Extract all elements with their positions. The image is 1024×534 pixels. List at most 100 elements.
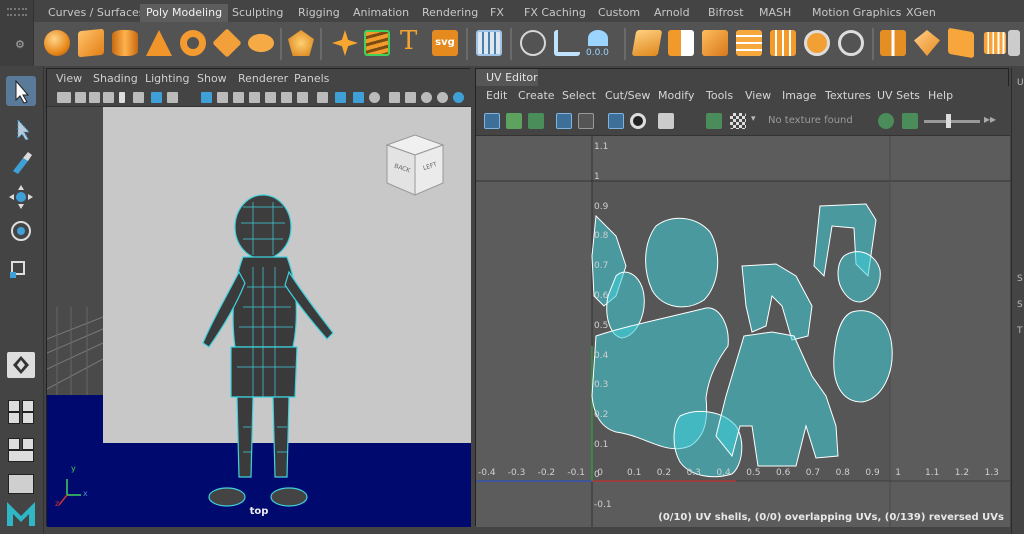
- layout-uvs-icon[interactable]: [983, 31, 1007, 55]
- cube-icon[interactable]: [78, 28, 104, 58]
- layout-quad-icon-3[interactable]: [8, 412, 20, 424]
- layout-quad-icon[interactable]: [8, 400, 20, 412]
- uv-menu-uv-sets[interactable]: UV Sets: [877, 89, 920, 102]
- checker-pattern-icon[interactable]: [730, 113, 746, 129]
- film-gate-icon[interactable]: [217, 92, 228, 103]
- paint-select-tool-button[interactable]: [6, 148, 36, 178]
- uv-menu-tools[interactable]: Tools: [706, 89, 733, 102]
- move-tool-button[interactable]: [6, 182, 36, 212]
- gate-mask-icon[interactable]: [249, 92, 260, 103]
- menu-show[interactable]: Show: [197, 72, 227, 85]
- planar-map-icon[interactable]: [1008, 30, 1020, 56]
- scale-tool-button[interactable]: [6, 252, 36, 282]
- menu-shading[interactable]: Shading: [93, 72, 138, 85]
- uv-menu-image[interactable]: Image: [782, 89, 816, 102]
- sphere-icon[interactable]: [44, 30, 70, 56]
- menu-renderer[interactable]: Renderer: [238, 72, 288, 85]
- tab-custom[interactable]: Custom: [592, 4, 646, 22]
- combine-icon[interactable]: [631, 30, 663, 56]
- plane-icon[interactable]: [212, 28, 242, 58]
- tab-rigging[interactable]: Rigging: [292, 4, 346, 22]
- uv-menu-modify[interactable]: Modify: [658, 89, 694, 102]
- isolate-icon[interactable]: [167, 92, 178, 103]
- wireframe-on-shaded-icon[interactable]: [353, 92, 364, 103]
- uv-menu-create[interactable]: Create: [518, 89, 555, 102]
- ambient-occlusion-icon[interactable]: [453, 92, 464, 103]
- tab-motion-graphics[interactable]: Motion Graphics: [806, 4, 907, 22]
- svg-icon[interactable]: svg: [432, 30, 458, 56]
- uv-grid-icon[interactable]: [556, 113, 572, 129]
- image-plane-icon[interactable]: [103, 92, 114, 103]
- tab-bifrost[interactable]: Bifrost: [702, 4, 750, 22]
- safe-title-icon[interactable]: [297, 92, 308, 103]
- chevron-down-icon[interactable]: ▾: [751, 114, 756, 124]
- layout-outliner-icon[interactable]: [8, 474, 34, 494]
- bookmark-flag-icon[interactable]: [119, 92, 125, 103]
- lights-icon[interactable]: [405, 92, 416, 103]
- cylinder-icon[interactable]: [112, 30, 138, 56]
- smooth-shade-icon[interactable]: [335, 92, 346, 103]
- tab-xgen[interactable]: XGen: [900, 4, 942, 22]
- bevel-icon[interactable]: [554, 30, 580, 56]
- layout-two-pane-icon[interactable]: [8, 438, 20, 450]
- safe-action-icon[interactable]: [281, 92, 292, 103]
- layout-two-pane-icon-2[interactable]: [22, 438, 34, 450]
- resolution-gate-icon[interactable]: [233, 92, 244, 103]
- uv-editor-tab[interactable]: UV Editor: [476, 69, 538, 86]
- uv-editor-icon[interactable]: [476, 30, 502, 56]
- grid-icon[interactable]: [201, 92, 212, 103]
- tab-poly-modeling[interactable]: Poly Modeling: [140, 4, 229, 22]
- 2d-pan-icon[interactable]: [151, 92, 162, 103]
- uv-menu-cut-sew[interactable]: Cut/Sew: [605, 89, 650, 102]
- rgb-channels-icon[interactable]: [878, 113, 894, 129]
- smooth-icon[interactable]: [702, 30, 728, 56]
- layout-two-pane-icon-3[interactable]: [8, 450, 34, 462]
- target-weld-icon[interactable]: [880, 30, 906, 56]
- tab-mash[interactable]: MASH: [753, 4, 797, 22]
- disc-icon[interactable]: [248, 33, 274, 53]
- merge-icon[interactable]: [914, 30, 940, 56]
- uv-menu-view[interactable]: View: [745, 89, 771, 102]
- quad-draw-icon[interactable]: [520, 30, 546, 56]
- exposure-slider-handle[interactable]: [946, 114, 951, 128]
- uv-frame-icon[interactable]: [578, 113, 594, 129]
- light-bulb-icon[interactable]: [421, 92, 432, 103]
- uv-shaded-icon[interactable]: [630, 113, 646, 129]
- tab-animation[interactable]: Animation: [347, 4, 415, 22]
- snapshot-camera-icon[interactable]: [658, 113, 674, 129]
- tab-sculpting[interactable]: Sculpting: [226, 4, 289, 22]
- unfold-icon[interactable]: [948, 27, 974, 59]
- platonic-icon[interactable]: [288, 30, 314, 56]
- field-chart-icon[interactable]: [265, 92, 276, 103]
- super-shape-icon[interactable]: [332, 30, 358, 56]
- torus-icon[interactable]: [180, 30, 206, 56]
- perspective-viewport[interactable]: View Shading Lighting Show Renderer Pane…: [46, 68, 471, 527]
- uv-canvas[interactable]: -0.4 -0.3 -0.2 -0.1 0 0.1 0.2 0.3 0.4 0.5 0.6 0.7 0.…: [476, 136, 1010, 527]
- viewport-scene[interactable]: BACK LEFT y x z top: [47, 107, 471, 527]
- tab-arnold[interactable]: Arnold: [648, 4, 696, 22]
- toolbar-expand-icon[interactable]: ▸▸: [984, 112, 996, 126]
- extrude-icon[interactable]: [770, 30, 796, 56]
- cone-icon[interactable]: [146, 30, 172, 56]
- rotate-tool-button[interactable]: [6, 216, 36, 246]
- exposure-slider[interactable]: [924, 120, 980, 123]
- uv-menu-select[interactable]: Select: [562, 89, 596, 102]
- grease-pencil-icon[interactable]: [133, 92, 144, 103]
- drag-handle[interactable]: [7, 8, 27, 12]
- texture-dropdown[interactable]: No texture found: [768, 112, 878, 130]
- shadows-icon[interactable]: [437, 92, 448, 103]
- mirror-icon[interactable]: [838, 30, 864, 56]
- display-image-icon[interactable]: [706, 113, 722, 129]
- layout-quad-icon-4[interactable]: [22, 412, 34, 424]
- menu-view[interactable]: View: [56, 72, 82, 85]
- menu-panels[interactable]: Panels: [294, 72, 329, 85]
- image-exposure-icon[interactable]: [902, 113, 918, 129]
- uv-menu-edit[interactable]: Edit: [486, 89, 507, 102]
- uv-stack-icon[interactable]: [506, 113, 522, 129]
- select-tool-button[interactable]: [6, 76, 36, 106]
- tab-rendering[interactable]: Rendering: [416, 4, 484, 22]
- fill-hole-icon[interactable]: [804, 30, 830, 56]
- separate-icon[interactable]: [668, 30, 694, 56]
- uv-mirror-icon[interactable]: [528, 113, 544, 129]
- bookmark-icon[interactable]: [89, 92, 100, 103]
